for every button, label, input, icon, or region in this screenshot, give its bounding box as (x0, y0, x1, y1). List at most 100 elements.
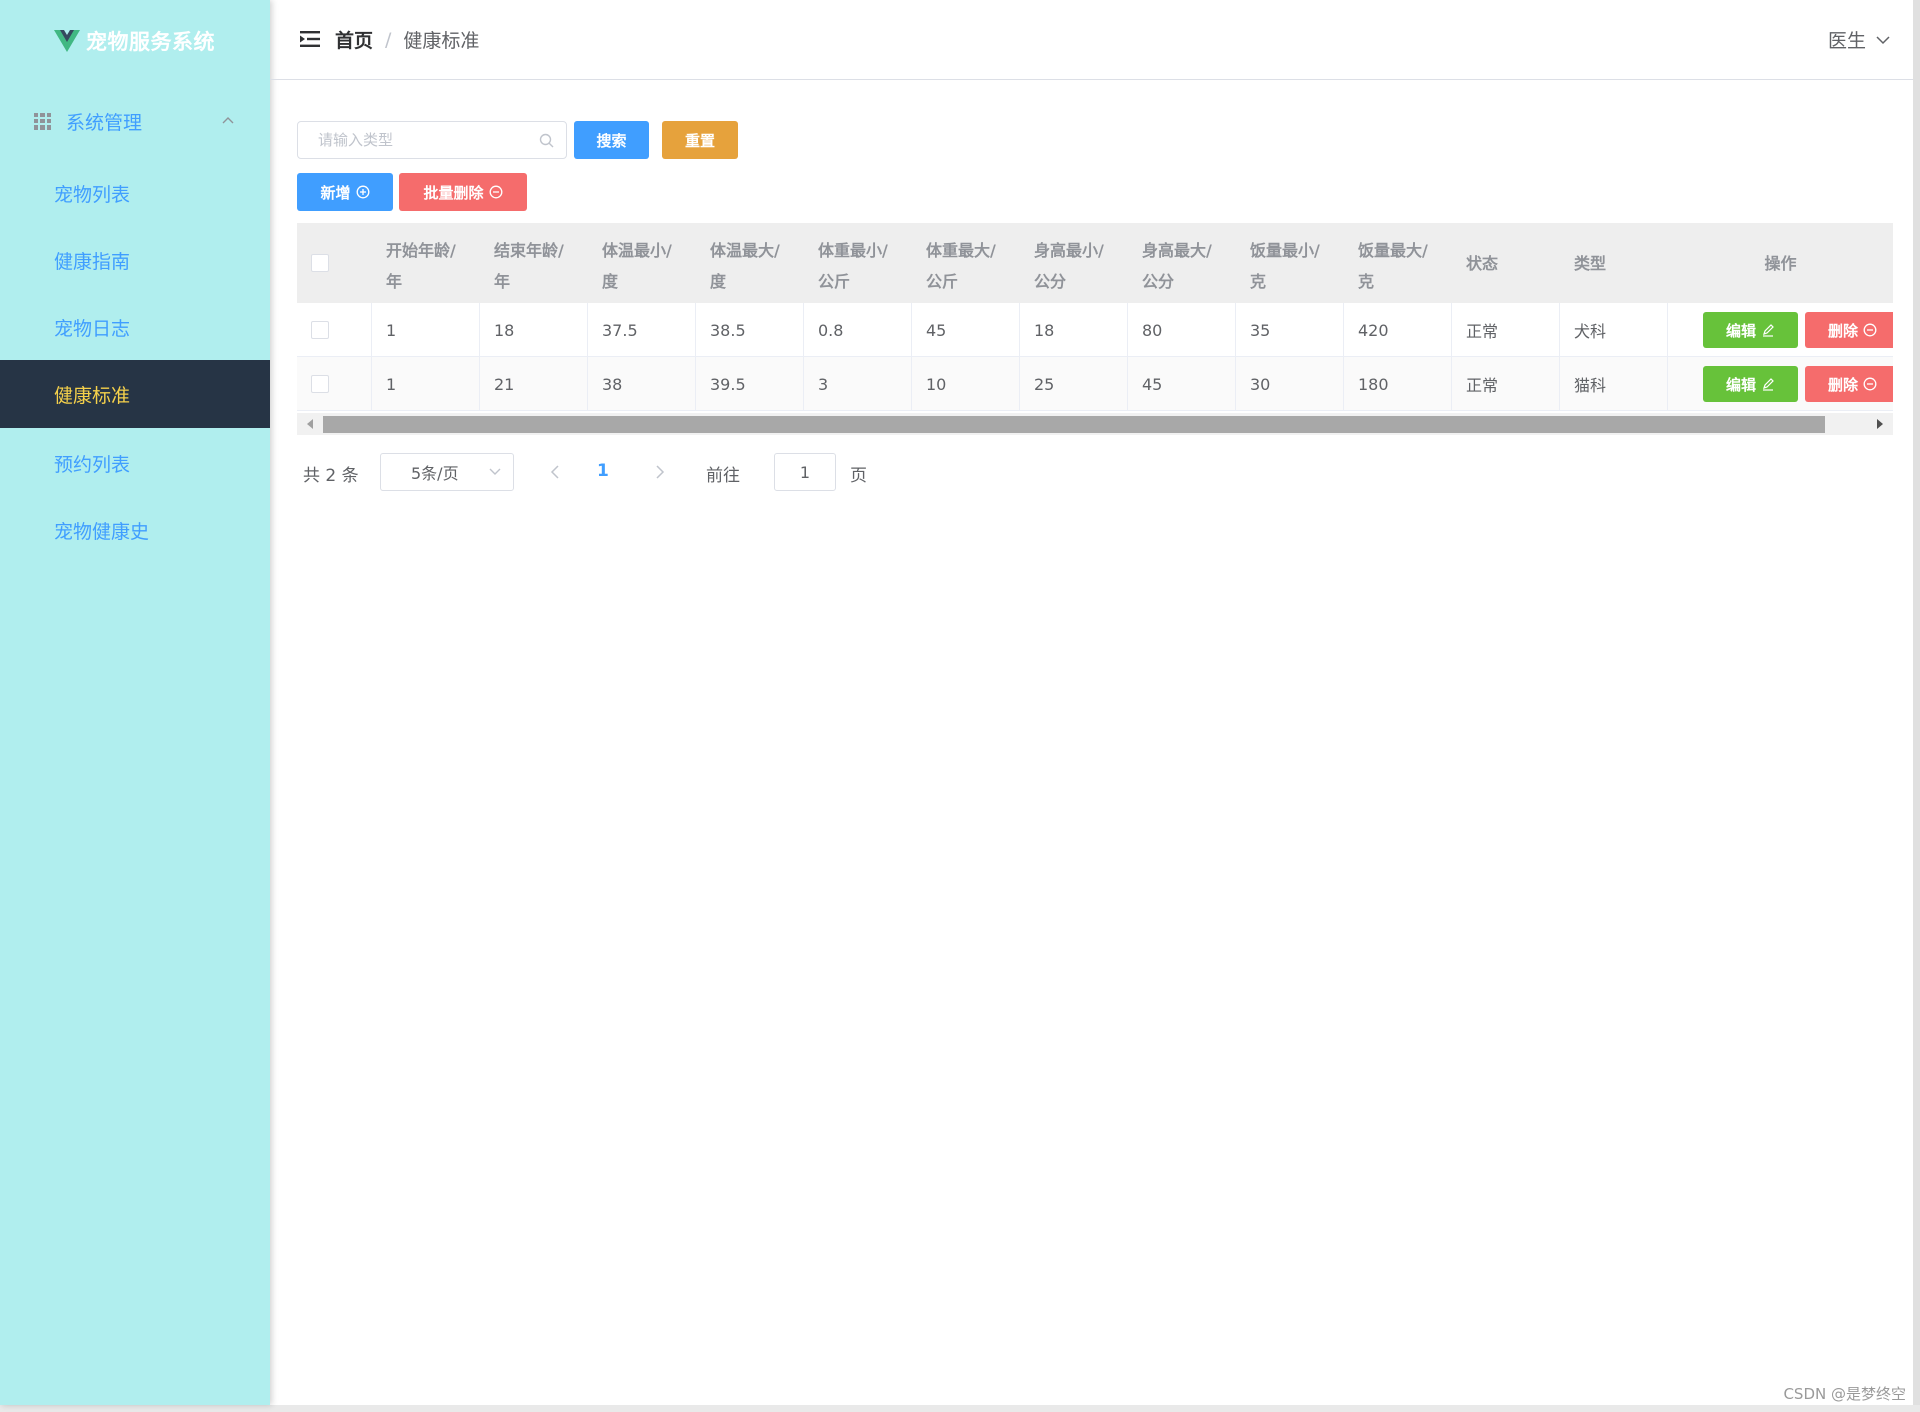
sidebar-item-health-standard[interactable]: 健康标准 (0, 360, 270, 428)
menu-group-label: 系统管理 (66, 111, 143, 134)
sidebar-item-label: 宠物日志 (54, 317, 131, 340)
cell-status: 正常 (1452, 303, 1560, 357)
app-title: 宠物服务系统 (86, 30, 215, 54)
sidebar: 宠物服务系统 系统管理 宠物列表 健康指南 宠物日志 健康标准 预约列表 宠物健 (0, 0, 270, 1405)
cell-food-max: 420 (1344, 303, 1452, 357)
column-header-status[interactable]: 状态 (1452, 223, 1560, 303)
chevron-down-icon (1876, 35, 1890, 44)
goto-unit: 页 (850, 466, 867, 486)
sidebar-item-pet-log[interactable]: 宠物日志 (0, 293, 270, 361)
column-header-age-max[interactable]: 结束年龄/年 (480, 223, 588, 303)
cell-type: 犬科 (1560, 303, 1668, 357)
pagination-total: 共 2 条 (303, 466, 359, 486)
row-select-cell (297, 303, 372, 357)
plus-circle-icon (356, 185, 369, 199)
column-header-age-min[interactable]: 开始年龄/年 (372, 223, 480, 303)
grid-icon (34, 112, 51, 130)
vue-logo-icon (54, 30, 80, 52)
prev-page-icon[interactable] (550, 465, 560, 479)
delete-button[interactable]: 删除 (1805, 312, 1893, 348)
sidebar-item-pet-health-history[interactable]: 宠物健康史 (0, 496, 270, 564)
cell-food-max: 180 (1344, 357, 1452, 411)
column-header-actions: 操作 (1764, 253, 1797, 273)
edit-button[interactable]: 编辑 (1703, 312, 1798, 348)
add-button-label: 新增 (320, 183, 351, 202)
cell-age-min: 1 (372, 303, 480, 357)
column-header-food-max[interactable]: 饭量最大/克 (1344, 223, 1452, 303)
page-size-value: 5条/页 (411, 464, 459, 483)
breadcrumb-separator: / (385, 28, 392, 51)
edit-pencil-icon (1763, 324, 1774, 337)
chevron-down-icon (489, 468, 501, 475)
table-horizontal-scrollbar[interactable] (297, 413, 1893, 435)
search-icon[interactable] (539, 133, 554, 148)
cell-temp-min: 38 (588, 357, 696, 411)
search-button-label: 搜索 (596, 131, 627, 150)
page-scrollbar[interactable] (1913, 0, 1920, 1405)
row-checkbox[interactable] (311, 321, 329, 339)
cell-height-max: 45 (1128, 357, 1236, 411)
goto-page-input[interactable] (774, 453, 836, 491)
scroll-left-arrow-icon[interactable] (307, 419, 313, 429)
column-header-height-min[interactable]: 身高最小/公分 (1020, 223, 1128, 303)
minus-circle-icon (1863, 323, 1877, 337)
edit-pencil-icon (1763, 378, 1774, 391)
sidebar-item-appointment-list[interactable]: 预约列表 (0, 429, 270, 497)
main-content: 搜索 重置 新增 批量删除 (270, 81, 1920, 1405)
cell-food-min: 30 (1236, 357, 1344, 411)
delete-button-label: 删除 (1827, 375, 1858, 394)
edit-button[interactable]: 编辑 (1703, 366, 1798, 402)
column-header-temp-max[interactable]: 体温最大/度 (696, 223, 804, 303)
sidebar-item-label: 预约列表 (54, 453, 131, 476)
column-header-weight-min[interactable]: 体重最小/公斤 (804, 223, 912, 303)
cell-status: 正常 (1452, 357, 1560, 411)
sidebar-item-label: 健康标准 (54, 384, 131, 407)
edit-button-label: 编辑 (1725, 375, 1756, 394)
cell-temp-max: 39.5 (696, 357, 804, 411)
user-dropdown[interactable]: 医生 (1828, 26, 1890, 53)
row-checkbox[interactable] (311, 375, 329, 393)
column-header-type[interactable]: 类型 (1560, 223, 1668, 303)
cell-age-min: 1 (372, 357, 480, 411)
scroll-right-arrow-icon[interactable] (1877, 419, 1883, 429)
reset-button[interactable]: 重置 (662, 121, 738, 159)
cell-type: 猫科 (1560, 357, 1668, 411)
column-header-food-min[interactable]: 饭量最小/克 (1236, 223, 1344, 303)
batch-delete-button[interactable]: 批量删除 (399, 173, 527, 211)
table-header: 开始年龄/年 结束年龄/年 体温最小/度 体温最大/度 体重最小/公斤 体重最大… (297, 223, 1893, 303)
search-button[interactable]: 搜索 (574, 121, 649, 159)
top-header: 首页 / 健康标准 医生 (270, 0, 1920, 80)
batch-delete-button-label: 批量删除 (423, 183, 484, 202)
search-box (297, 121, 567, 159)
cell-age-max: 21 (480, 357, 588, 411)
select-all-cell (297, 223, 372, 303)
breadcrumb-home[interactable]: 首页 (335, 26, 373, 53)
page-number-current[interactable]: 1 (597, 461, 609, 481)
cell-age-max: 18 (480, 303, 588, 357)
cell-food-min: 35 (1236, 303, 1344, 357)
sidebar-item-label: 宠物列表 (54, 183, 131, 206)
page-size-select[interactable]: 5条/页 (380, 453, 514, 491)
select-all-checkbox[interactable] (311, 254, 329, 272)
delete-button[interactable]: 删除 (1805, 366, 1893, 402)
scrollbar-thumb[interactable] (323, 416, 1825, 433)
cell-weight-min: 3 (804, 357, 912, 411)
sidebar-item-health-guide[interactable]: 健康指南 (0, 226, 270, 294)
cell-weight-max: 10 (912, 357, 1020, 411)
sidebar-item-pet-list[interactable]: 宠物列表 (0, 159, 270, 227)
search-input[interactable] (298, 122, 528, 158)
cell-weight-max: 45 (912, 303, 1020, 357)
column-header-temp-min[interactable]: 体温最小/度 (588, 223, 696, 303)
cell-temp-min: 37.5 (588, 303, 696, 357)
edit-button-label: 编辑 (1725, 321, 1756, 340)
menu-fold-icon[interactable] (300, 30, 320, 48)
sidebar-item-label: 健康指南 (54, 250, 131, 273)
column-header-weight-max[interactable]: 体重最大/公斤 (912, 223, 1020, 303)
menu-group-system[interactable]: 系统管理 (0, 93, 270, 149)
logo[interactable]: 宠物服务系统 (54, 26, 215, 56)
column-header-height-max[interactable]: 身高最大/公分 (1128, 223, 1236, 303)
add-button[interactable]: 新增 (297, 173, 393, 211)
cell-actions: 编辑 删除 (1668, 357, 1893, 411)
watermark: CSDN @是梦终空 (1783, 1385, 1906, 1403)
next-page-icon[interactable] (655, 465, 665, 479)
